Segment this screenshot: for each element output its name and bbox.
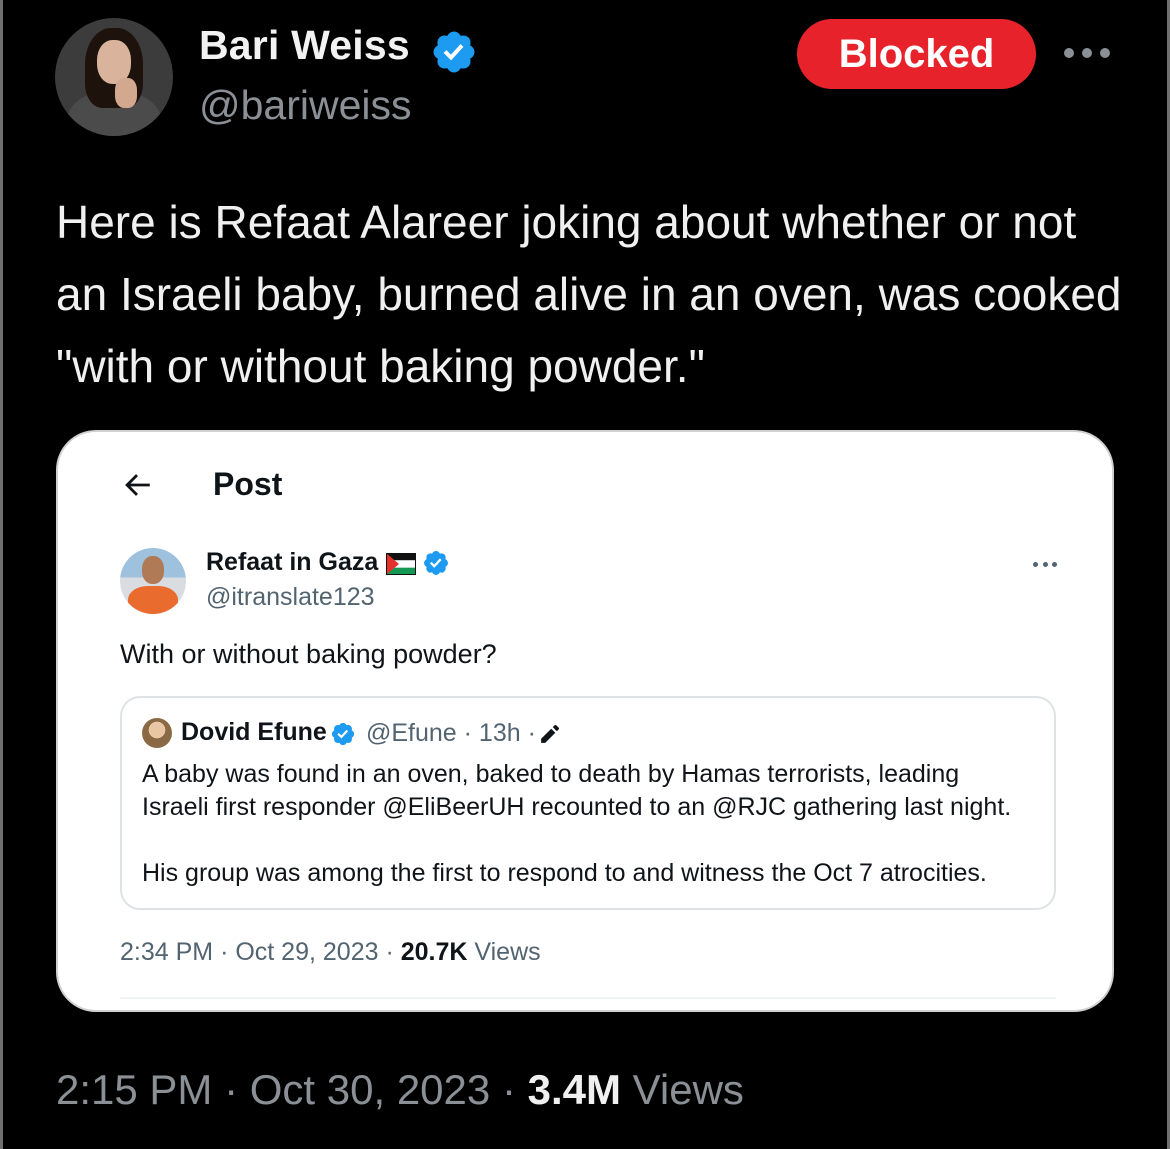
quoted-post-text: A baby was found in an oven, baked to de… xyxy=(142,758,1032,890)
tweet-meta: 2:15 PM · Oct 30, 2023 · 3.4M Views xyxy=(56,1066,744,1114)
tweet-date[interactable]: Oct 30, 2023 xyxy=(250,1066,491,1113)
embedded-post-date: Oct 29, 2023 xyxy=(235,938,379,966)
embedded-post-views-label: Views xyxy=(474,938,541,966)
embedded-author-avatar[interactable] xyxy=(120,548,186,614)
tweet-text: Here is Refaat Alareer joking about whet… xyxy=(56,196,1122,392)
meta-separator: · xyxy=(220,938,229,966)
palestine-flag-icon xyxy=(386,553,416,575)
embedded-post-screenshot: Post Refaat in Gaza @itranslate123 With … xyxy=(58,432,1112,1010)
embedded-post-text: With or without baking powder? xyxy=(120,639,497,669)
embedded-author-name[interactable]: Refaat in Gaza xyxy=(206,548,378,577)
tweet-time[interactable]: 2:15 PM xyxy=(56,1066,212,1113)
more-options-icon[interactable] xyxy=(1033,560,1057,568)
quoted-author-avatar[interactable] xyxy=(142,718,172,748)
quoted-post-meta: @Efune · 13h · xyxy=(366,719,536,747)
embedded-author-handle[interactable]: @itranslate123 xyxy=(206,583,375,612)
tweet-views-label[interactable]: Views xyxy=(633,1066,744,1113)
verified-badge-icon xyxy=(331,722,355,746)
meta-separator: · xyxy=(501,1066,516,1113)
embedded-post-views-count: 20.7K xyxy=(400,938,468,966)
back-arrow-icon[interactable] xyxy=(120,468,154,502)
pencil-edit-icon xyxy=(541,724,560,743)
embedded-post-time: 2:34 PM xyxy=(120,938,214,966)
quoted-post[interactable]: Dovid Efune @Efune · 13h · A baby was fo… xyxy=(120,696,1056,910)
tweet-views-count[interactable]: 3.4M xyxy=(528,1066,621,1113)
embedded-post-meta: 2:34 PM · Oct 29, 2023 · 20.7K Views xyxy=(120,938,541,967)
verified-badge-icon xyxy=(424,551,448,575)
author-avatar[interactable] xyxy=(55,18,173,136)
quoted-post-paragraph: His group was among the first to respond… xyxy=(142,859,987,887)
quoted-post-paragraph: A baby was found in an oven, baked to de… xyxy=(142,760,1012,821)
meta-separator: · xyxy=(385,938,394,966)
verified-badge-icon xyxy=(433,31,475,73)
quoted-author-name[interactable]: Dovid Efune xyxy=(181,718,327,747)
post-header-title: Post xyxy=(213,466,283,502)
divider xyxy=(120,997,1056,999)
meta-separator: · xyxy=(224,1066,239,1113)
more-options-icon[interactable] xyxy=(1064,40,1110,66)
author-handle[interactable]: @bariweiss xyxy=(199,82,412,129)
frame-border-left xyxy=(0,0,3,1149)
author-name[interactable]: Bari Weiss xyxy=(199,22,410,69)
blocked-button[interactable]: Blocked xyxy=(797,19,1036,89)
